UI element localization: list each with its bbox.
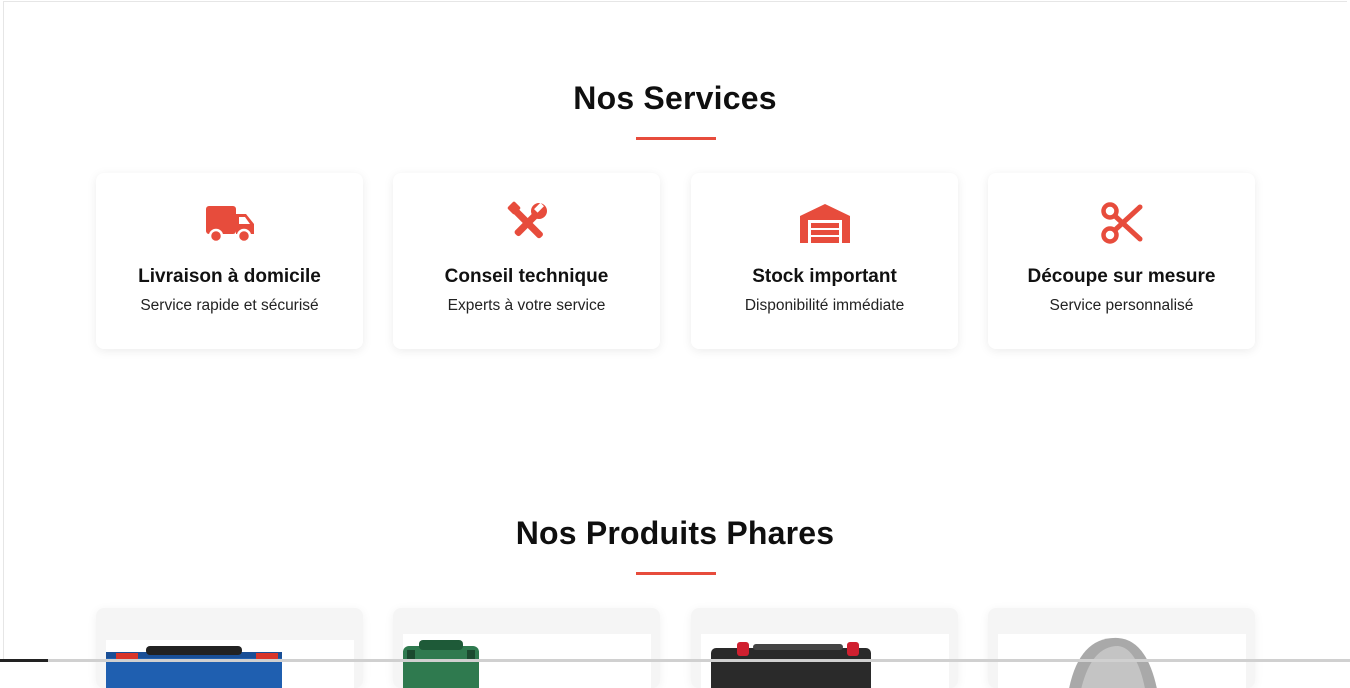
product-card[interactable] [393, 608, 660, 688]
blue-tool-case-image [106, 640, 354, 688]
service-card-cutting[interactable]: Découpe sur mesure Service personnalisé [988, 173, 1255, 349]
tools-icon [393, 201, 660, 245]
service-title: Conseil technique [444, 266, 609, 287]
service-title: Livraison à domicile [138, 266, 321, 287]
services-title: Nos Services [573, 80, 777, 116]
service-description: Disponibilité immédiate [744, 297, 905, 314]
products-title-underline [636, 572, 716, 575]
product-card[interactable] [691, 608, 958, 688]
truck-icon [96, 201, 363, 245]
service-title: Stock important [752, 266, 897, 287]
services-title-underline [636, 137, 716, 140]
scissors-icon [988, 201, 1255, 245]
service-description: Service rapide et sécurisé [140, 297, 319, 314]
products-title: Nos Produits Phares [515, 515, 835, 551]
product-card[interactable] [96, 608, 363, 688]
service-description: Experts à votre service [447, 297, 606, 314]
service-card-delivery[interactable]: Livraison à domicile Service rapide et s… [96, 173, 363, 349]
warehouse-icon [691, 201, 958, 245]
service-title: Découpe sur mesure [1027, 266, 1216, 287]
service-card-advice[interactable]: Conseil technique Experts à votre servic… [393, 173, 660, 349]
service-description: Service personnalisé [1049, 297, 1194, 314]
product-card[interactable] [988, 608, 1255, 688]
service-card-stock[interactable]: Stock important Disponibilité immédiate [691, 173, 958, 349]
